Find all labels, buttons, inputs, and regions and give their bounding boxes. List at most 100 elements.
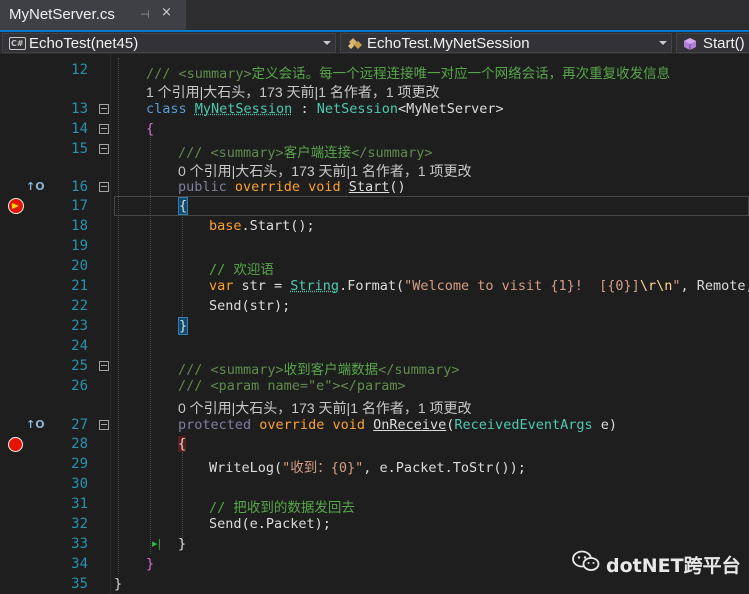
close-brace: } — [146, 556, 155, 572]
code-line: 19 — [0, 236, 749, 256]
code-text: public override void Start() — [178, 179, 406, 195]
line-number: 32 — [71, 516, 88, 532]
line-number: 19 — [71, 238, 88, 254]
code-line-current: 17 { — [0, 196, 749, 216]
fold-toggle[interactable] — [99, 144, 109, 154]
fold-toggle[interactable] — [99, 104, 109, 114]
open-brace: { — [178, 197, 189, 215]
code-line: 18 base.Start(); — [0, 216, 749, 236]
line-number: 22 — [71, 298, 88, 314]
watermark-text: dotNET跨平台 — [606, 555, 741, 577]
line-number: 18 — [71, 218, 88, 234]
type-name: ReceivedEventArgs — [454, 417, 593, 433]
keyword: public — [178, 179, 227, 195]
code-line: 23 } — [0, 316, 749, 336]
code-line: 28 { — [0, 434, 749, 454]
keyword: override — [259, 417, 325, 433]
wechat-icon — [572, 550, 600, 571]
navigation-bar: C# EchoTest(net45) EchoTest.MyNetSession… — [0, 32, 749, 54]
line-number: 24 — [71, 338, 88, 354]
code-line: ↑O 27 protected override void OnReceive(… — [0, 415, 749, 435]
code-text: Send(e.Packet); — [209, 516, 331, 532]
chevron-down-icon — [659, 41, 667, 45]
base-class-name: NetSession — [316, 101, 398, 117]
keyword: void — [308, 179, 341, 195]
arguments: , Remote, — [680, 278, 749, 294]
line-number: 17 — [71, 198, 88, 214]
line-number: 12 — [71, 62, 88, 78]
keyword: override — [234, 179, 300, 195]
run-to-click-icon[interactable]: ▸| — [152, 537, 161, 550]
code-text: /// <summary>定义会话。每一个远程连接唯一对应一个网络会话，再次重复… — [146, 62, 670, 82]
fold-toggle[interactable] — [99, 361, 109, 371]
line-number: 27 — [71, 417, 88, 433]
fold-toggle[interactable] — [99, 182, 109, 192]
member-dropdown[interactable]: Start() — [676, 33, 749, 53]
code-text: protected override void OnReceive(Receiv… — [178, 417, 617, 433]
code-line: ↑O 16 public override void Start() — [0, 177, 749, 197]
line-number: 30 — [71, 476, 88, 492]
code-text: WriteLog("收到：{0}", e.Packet.ToStr()); — [209, 456, 526, 476]
code-line: 14 { — [0, 119, 749, 139]
breakpoint-icon[interactable] — [8, 437, 23, 452]
line-number: 20 — [71, 258, 88, 274]
string-literal: "Welcome to visit {1}! [{0}] — [404, 278, 640, 294]
chevron-down-icon — [323, 41, 331, 45]
line-number: 29 — [71, 456, 88, 472]
code-line: 21 var str = String.Format("Welcome to v… — [0, 276, 749, 296]
member-call: .Format( — [339, 278, 405, 294]
keyword: class — [146, 101, 187, 117]
code-line: 29 WriteLog("收到：{0}", e.Packet.ToStr()); — [0, 454, 749, 476]
code-line: 30 — [0, 474, 749, 494]
code-text: base.Start(); — [209, 218, 315, 234]
line-number: 16 — [71, 179, 88, 195]
keyword: protected — [178, 417, 252, 433]
class-dropdown[interactable]: EchoTest.MyNetSession — [340, 33, 672, 53]
line-number: 23 — [71, 318, 88, 334]
fold-toggle[interactable] — [99, 420, 109, 430]
class-name: MyNetSession — [194, 101, 293, 117]
project-label: EchoTest(net45) — [29, 35, 139, 52]
override-up-icon[interactable]: ↑O — [26, 418, 45, 431]
member-label: Start() — [703, 35, 745, 52]
code-text: /// <summary>客户端连接</summary> — [178, 141, 432, 161]
project-dropdown[interactable]: C# EchoTest(net45) — [2, 33, 336, 53]
open-brace: { — [146, 121, 155, 137]
fold-toggle[interactable] — [99, 124, 109, 134]
code-text: var str = String.Format("Welcome to visi… — [209, 278, 749, 294]
code-text: /// <param name="e"></param> — [178, 378, 406, 394]
doc-comment-prefix: /// — [178, 378, 211, 394]
override-up-icon[interactable]: ↑O — [26, 180, 45, 193]
document-tab-strip: MyNetServer.cs ⊣ × — [0, 0, 749, 30]
codelens-row: 0 个引用|大石头，173 天前|1 名作者，1 项更改 — [0, 396, 749, 416]
escape-sequence: \r\n — [639, 278, 673, 294]
class-label: EchoTest.MyNetSession — [367, 35, 530, 52]
breakpoint-current-statement-icon[interactable] — [8, 198, 24, 214]
line-number: 33 — [71, 536, 88, 552]
code-line: 32 Send(e.Packet); — [0, 514, 749, 534]
close-brace: } — [178, 536, 187, 552]
code-editor[interactable]: 12 /// <summary>定义会话。每一个远程连接唯一对应一个网络会话，再… — [0, 54, 749, 594]
code-line: 31 // 把收到的数据发回去 — [0, 494, 749, 516]
line-number: 14 — [71, 121, 88, 137]
code-line: 15 /// <summary>客户端连接</summary> — [0, 139, 749, 161]
document-tab[interactable]: MyNetServer.cs ⊣ × — [0, 0, 186, 30]
pin-icon[interactable]: ⊣ — [140, 8, 152, 21]
close-icon[interactable]: × — [161, 6, 175, 20]
punct: () — [389, 179, 406, 195]
line-number: 34 — [71, 556, 88, 572]
csharp-project-icon: C# — [9, 37, 26, 50]
tab-title: MyNetServer.cs — [9, 6, 115, 23]
method-cube-icon — [684, 38, 696, 50]
line-number: 31 — [71, 496, 88, 512]
line-number: 25 — [71, 358, 88, 374]
method-name: Start — [348, 179, 390, 195]
line-number: 13 — [71, 101, 88, 117]
type-name: String — [290, 278, 340, 294]
code-line: 26 /// <param name="e"></param> — [0, 376, 749, 396]
line-number: 35 — [71, 576, 88, 592]
params: e) — [592, 417, 617, 433]
code-text: class MyNetSession : NetSession<MyNetSer… — [146, 101, 504, 117]
keyword: void — [332, 417, 365, 433]
open-brace: { — [178, 436, 187, 452]
